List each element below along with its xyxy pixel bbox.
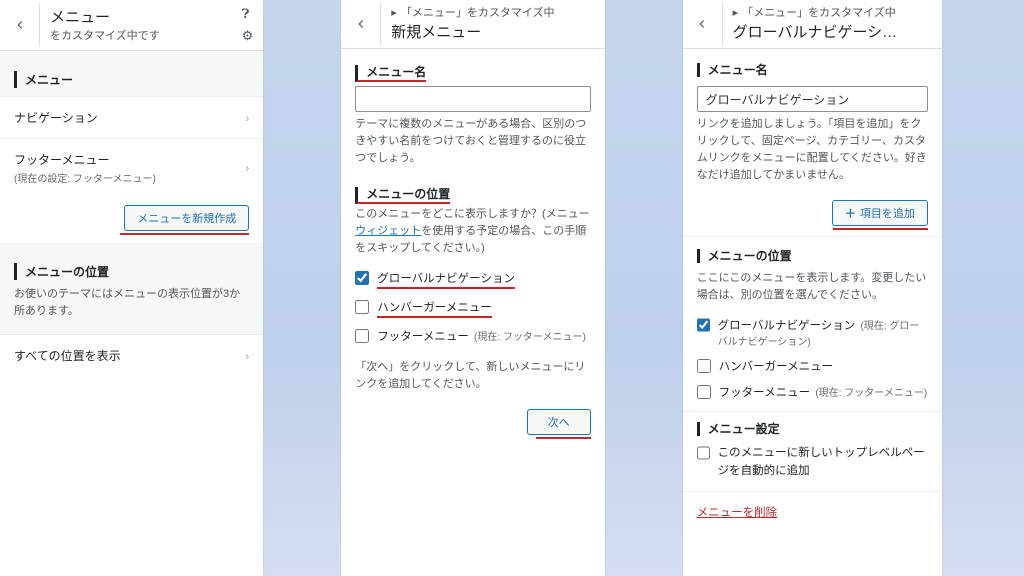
- next-desc: 「次へ」をクリックして、新しいメニューにリンクを追加してください。: [341, 349, 604, 401]
- menu-row-navigation[interactable]: ナビゲーション ›: [0, 96, 263, 138]
- position-checkbox[interactable]: [697, 318, 710, 332]
- page-title: グローバルナビゲーシ…: [733, 21, 932, 42]
- position-checkbox[interactable]: [697, 359, 711, 373]
- menu-position-desc: お使いのテーマにはメニューの表示位置が3か所あります。: [0, 282, 263, 328]
- show-all-positions-row[interactable]: すべての位置を表示 ›: [0, 334, 263, 376]
- next-button-label: 次へ: [548, 417, 570, 430]
- menu-row-label: フッターメニュー: [14, 151, 156, 168]
- auto-add-label: このメニューに新しいトップレベルページを自動的に追加: [718, 445, 928, 480]
- position-check-footer[interactable]: フッターメニュー (現在: フッターメニュー): [341, 323, 604, 349]
- menu-position-desc: このメニューをどこに表示しますか？(メニューウィジェットを使用する予定の場合、こ…: [341, 202, 604, 265]
- position-sub: (現在: フッターメニュー): [474, 332, 586, 343]
- menu-position-desc: ここにこのメニューを表示します。変更したい場合は、別の位置を選んでください。: [683, 266, 942, 312]
- position-label: ハンバーガーメニュー: [377, 299, 492, 318]
- position-label: フッターメニュー: [719, 387, 811, 399]
- add-item-label: 項目を追加: [860, 208, 915, 220]
- chevron-left-icon: [354, 17, 368, 31]
- menu-row-sub: (現在の設定: フッターメニュー): [14, 170, 156, 185]
- back-button[interactable]: [0, 3, 40, 47]
- chevron-left-icon: [13, 18, 27, 32]
- create-menu-label: メニューを新規作成: [137, 213, 236, 225]
- position-checkbox[interactable]: [355, 271, 369, 285]
- auto-add-check[interactable]: このメニューに新しいトップレベルページを自動的に追加: [683, 439, 942, 485]
- position-label: フッターメニュー: [377, 331, 469, 343]
- menu-settings-heading: メニュー設定: [697, 422, 780, 436]
- menu-name-heading: メニュー名: [697, 63, 768, 77]
- position-check-hamburger[interactable]: ハンバーガーメニュー: [341, 294, 604, 323]
- chevron-right-icon: ›: [245, 111, 249, 125]
- menu-name-input[interactable]: [355, 86, 590, 112]
- delete-menu-link[interactable]: メニューを削除: [683, 496, 942, 528]
- gear-icon[interactable]: ⚙︎: [242, 28, 254, 44]
- page-title: メニュー: [50, 6, 222, 27]
- plus-icon: ＋: [845, 208, 856, 220]
- menu-section-title: メニュー: [14, 71, 263, 88]
- menu-name-input[interactable]: [697, 86, 928, 112]
- position-check-global[interactable]: グローバルナビゲーション: [341, 265, 604, 294]
- next-button[interactable]: 次へ: [527, 409, 591, 435]
- position-checkbox[interactable]: [355, 329, 369, 343]
- position-sub: (現在: フッターメニュー): [815, 388, 927, 399]
- position-label: ハンバーガーメニュー: [719, 358, 834, 374]
- chevron-right-icon: ›: [245, 161, 249, 175]
- back-button[interactable]: [341, 2, 381, 46]
- page-subtitle: をカスタマイズ中です: [50, 27, 222, 43]
- position-check-global[interactable]: グローバルナビゲーション (現在: グローバルナビゲーション): [683, 312, 942, 353]
- position-label: グローバルナビゲーション: [377, 270, 515, 289]
- back-button[interactable]: [683, 2, 723, 46]
- menu-position-heading: メニューの位置: [697, 249, 792, 263]
- position-check-hamburger[interactable]: ハンバーガーメニュー: [683, 353, 942, 379]
- position-label: グローバルナビゲーション: [718, 320, 856, 332]
- chevron-left-icon: [695, 17, 709, 31]
- position-checkbox[interactable]: [355, 300, 369, 314]
- add-item-desc: リンクを追加しましょう。「項目を追加」をクリックして、固定ページ、カテゴリー、カ…: [683, 112, 942, 192]
- page-title: 新規メニュー: [391, 21, 594, 42]
- menu-row-label: ナビゲーション: [14, 109, 98, 126]
- auto-add-checkbox[interactable]: [697, 446, 710, 460]
- add-item-button[interactable]: ＋ 項目を追加: [832, 200, 928, 226]
- create-menu-button[interactable]: メニューを新規作成: [124, 205, 249, 231]
- breadcrumb: ▸「メニュー」をカスタマイズ中: [733, 4, 932, 20]
- breadcrumb: ▸「メニュー」をカスタマイズ中: [391, 4, 594, 20]
- chevron-right-icon: ›: [245, 349, 249, 363]
- show-all-positions-label: すべての位置を表示: [14, 347, 121, 364]
- menu-position-title: メニューの位置: [14, 263, 263, 280]
- widget-link[interactable]: ウィジェット: [355, 225, 421, 237]
- help-icon[interactable]: ❓︎: [242, 6, 254, 22]
- position-checkbox[interactable]: [697, 385, 711, 399]
- menu-row-footer[interactable]: フッターメニュー (現在の設定: フッターメニュー) ›: [0, 138, 263, 197]
- menu-name-desc: テーマに複数のメニューがある場合、区別のつきやすい名前をつけておくと管理するのに…: [341, 112, 604, 175]
- position-check-footer[interactable]: フッターメニュー (現在: フッターメニュー): [683, 379, 942, 405]
